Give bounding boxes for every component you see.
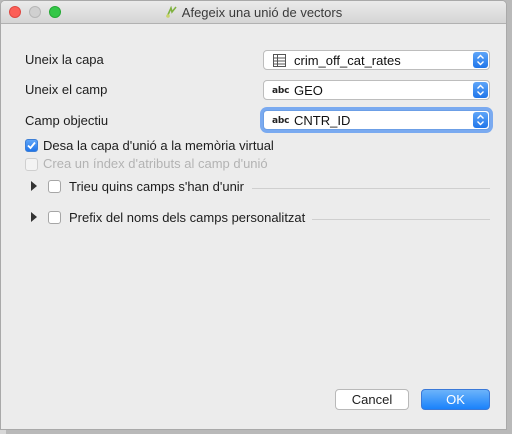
up-down-arrows-icon [473,112,488,128]
group-divider [312,219,490,220]
up-down-arrows-icon [473,82,488,98]
join-field-value: GEO [294,83,323,98]
dialog-window: Afegeix una unió de vectors Uneix la cap… [0,0,507,430]
join-field-label: Uneix el camp [25,82,108,97]
text-type-icon: abc [272,116,290,126]
create-index-checkbox [25,158,38,171]
target-field-combo[interactable]: abc CNTR_ID [263,110,490,130]
choose-fields-checkbox[interactable] [48,180,61,193]
window-title: Afegeix una unió de vectors [181,5,343,20]
table-icon [273,54,286,67]
window-title-container: Afegeix una unió de vectors [1,5,506,20]
cache-virtual-checkbox[interactable] [25,139,38,152]
join-layer-combo[interactable]: crim_off_cat_rates [263,50,490,70]
join-field-combo[interactable]: abc GEO [263,80,490,100]
group-divider [252,188,490,189]
join-layer-label: Uneix la capa [25,52,104,67]
choose-fields-label: Trieu quins camps s'han d'unir [69,179,245,194]
expand-choose-fields-icon[interactable] [31,181,37,191]
create-index-label: Crea un índex d'atributs al camp d'unió [43,156,268,171]
checkmark-icon [27,141,36,150]
qgis-join-icon [165,6,177,18]
custom-prefix-label: Prefix del noms dels camps personalitzat [69,210,306,225]
custom-prefix-checkbox[interactable] [48,211,61,224]
title-bar: Afegeix una unió de vectors [1,1,506,24]
expand-custom-prefix-icon[interactable] [31,212,37,222]
ok-button[interactable]: OK [421,389,490,410]
target-field-value: CNTR_ID [294,113,351,128]
text-type-icon: abc [272,86,290,96]
cache-virtual-label: Desa la capa d'unió a la memòria virtual [43,138,274,153]
join-layer-value: crim_off_cat_rates [294,53,401,68]
target-field-label: Camp objectiu [25,113,109,128]
cancel-button[interactable]: Cancel [335,389,409,410]
up-down-arrows-icon [473,52,488,68]
